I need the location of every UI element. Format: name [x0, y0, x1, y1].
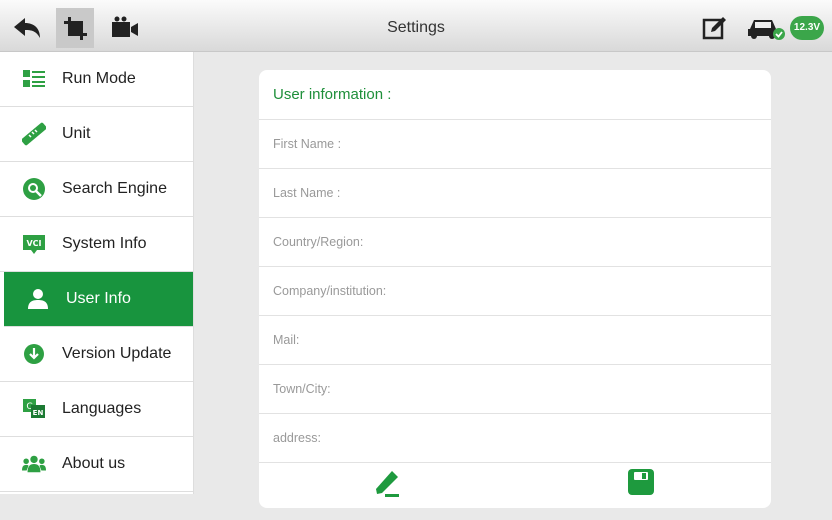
vci-icon: VCI: [22, 232, 46, 256]
ruler-icon: [22, 122, 46, 146]
sidebar-item-unit[interactable]: Unit: [0, 107, 193, 162]
sidebar-item-label: Run Mode: [62, 70, 136, 87]
sidebar-item-search-engine[interactable]: Search Engine: [0, 162, 193, 217]
country-region-field[interactable]: Country/Region:: [259, 218, 771, 267]
download-icon: [22, 342, 46, 366]
sidebar-item-label: Languages: [62, 400, 142, 417]
last-name-field[interactable]: Last Name :: [259, 169, 771, 218]
mail-field[interactable]: Mail:: [259, 316, 771, 365]
sidebar-item-label: Search Engine: [62, 180, 167, 197]
edit-icon[interactable]: [696, 8, 734, 48]
sidebar-item-label: User Info: [66, 290, 131, 307]
group-icon: [22, 452, 46, 476]
sidebar-item-user-info[interactable]: User Info: [4, 272, 193, 327]
card-actions: [259, 459, 771, 508]
sidebar-item-label: System Info: [62, 235, 147, 252]
address-field[interactable]: address:: [259, 414, 771, 463]
svg-text:EN: EN: [33, 409, 44, 417]
save-button[interactable]: [623, 467, 659, 501]
svg-text:VCI: VCI: [26, 239, 41, 248]
top-bar: Settings 12.3V: [0, 0, 832, 52]
languages-icon: C EN: [22, 397, 46, 421]
user-info-card: User information : First Name : Last Nam…: [259, 70, 771, 508]
sidebar-item-run-mode[interactable]: Run Mode: [0, 52, 193, 107]
sidebar-item-version-update[interactable]: Version Update: [0, 327, 193, 382]
sidebar-item-label: Version Update: [62, 345, 172, 362]
edit-button[interactable]: [369, 467, 405, 501]
sidebar: Run Mode Unit Search Engine VCI System I…: [0, 52, 194, 494]
first-name-field[interactable]: First Name :: [259, 120, 771, 169]
sidebar-item-system-info[interactable]: VCI System Info: [0, 217, 193, 272]
pencil-icon: [372, 467, 402, 502]
sidebar-item-label: About us: [62, 455, 126, 472]
run-mode-icon: [22, 67, 46, 91]
sidebar-item-languages[interactable]: C EN Languages: [0, 382, 193, 437]
car-status-icon: [744, 8, 788, 48]
sidebar-item-about-us[interactable]: About us: [0, 437, 193, 492]
card-title: User information :: [259, 70, 771, 120]
save-icon: [627, 468, 655, 501]
sidebar-item-label: Unit: [62, 125, 91, 142]
user-icon: [26, 287, 50, 311]
town-city-field[interactable]: Town/City:: [259, 365, 771, 414]
company-institution-field[interactable]: Company/institution:: [259, 267, 771, 316]
search-engine-icon: [22, 177, 46, 201]
voltage-badge: 12.3V: [790, 16, 824, 40]
